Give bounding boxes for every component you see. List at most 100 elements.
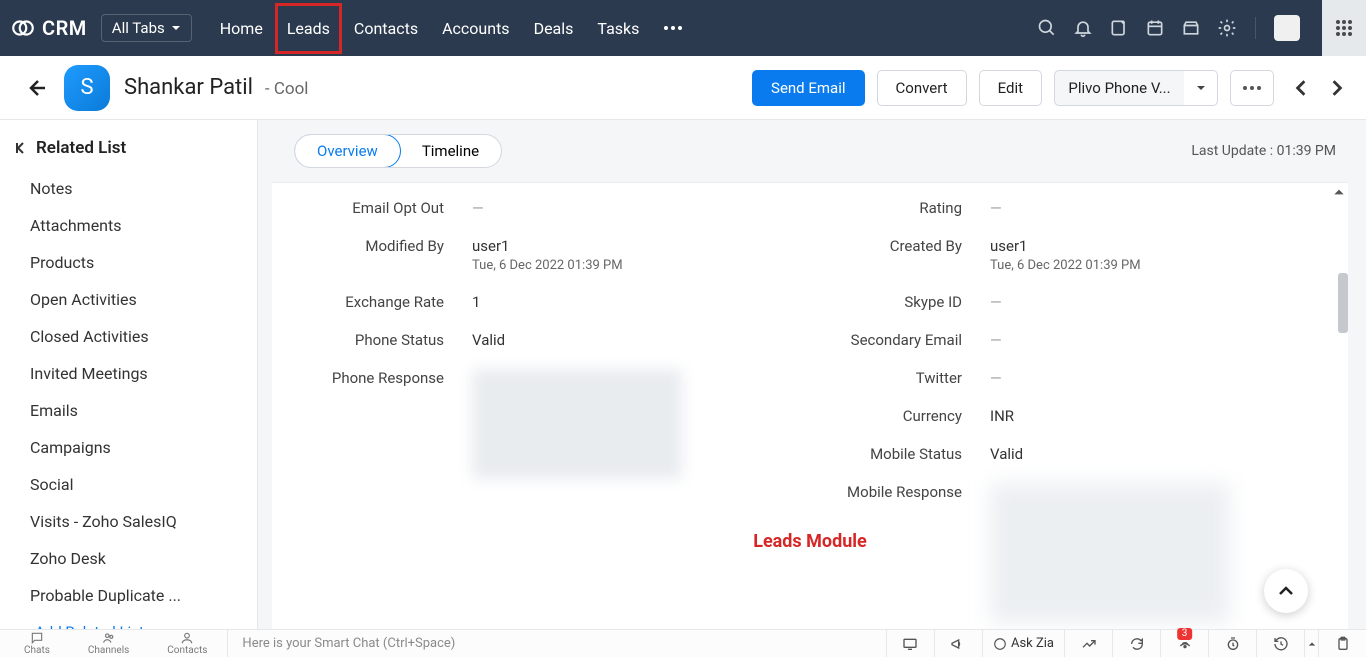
field-label: Twitter	[810, 369, 990, 387]
view-tabs: Overview Timeline	[294, 134, 502, 168]
field-label: Secondary Email	[810, 331, 990, 349]
prev-record-icon[interactable]	[1292, 79, 1310, 97]
tab-overview[interactable]: Overview	[294, 134, 401, 168]
detail-panel: Email Opt Out — Modified By user1 Tue, 6…	[272, 182, 1348, 629]
nav-tasks[interactable]: Tasks	[585, 3, 651, 54]
sidebar-item-zohodesk[interactable]: Zoho Desk	[0, 540, 257, 577]
phone-action-split: Plivo Phone V...	[1054, 70, 1218, 106]
field-currency: Currency INR	[810, 397, 1328, 435]
ellipsis-icon	[1242, 85, 1262, 91]
field-secondary-email: Secondary Email —	[810, 321, 1328, 359]
field-exchange-rate: Exchange Rate 1	[292, 283, 810, 321]
fields: Email Opt Out — Modified By user1 Tue, 6…	[272, 183, 1348, 629]
lead-name: Shankar Patil	[124, 75, 253, 100]
clock-icon[interactable]	[1208, 630, 1256, 657]
fields-right: Rating — Created By user1 Tue, 6 Dec 202…	[810, 189, 1328, 629]
chevron-up-icon	[1277, 582, 1295, 600]
sidebar-item-campaigns[interactable]: Campaigns	[0, 429, 257, 466]
collapse-icon[interactable]	[14, 141, 28, 155]
ellipsis-icon	[663, 25, 683, 31]
body: Related List Notes Attachments Products …	[0, 120, 1366, 629]
people-icon	[102, 631, 116, 645]
sidebar-item-social[interactable]: Social	[0, 466, 257, 503]
field-value: —	[472, 199, 484, 217]
field-created-by: Created By user1 Tue, 6 Dec 2022 01:39 P…	[810, 227, 1328, 283]
field-label: Skype ID	[810, 293, 990, 311]
channels-tab[interactable]: Channels	[88, 630, 129, 657]
nav-home[interactable]: Home	[208, 3, 275, 54]
scroll-to-top-button[interactable]	[1264, 569, 1308, 613]
sidebar-item-emails[interactable]: Emails	[0, 392, 257, 429]
field-sub: Tue, 6 Dec 2022 01:39 PM	[472, 258, 623, 273]
sidebar-item-attachments[interactable]: Attachments	[0, 207, 257, 244]
history-icon[interactable]	[1256, 630, 1304, 657]
tab-timeline[interactable]: Timeline	[400, 135, 501, 167]
gear-icon[interactable]	[1217, 18, 1237, 38]
field-label: Email Opt Out	[292, 199, 472, 217]
refresh-icon[interactable]	[1112, 630, 1160, 657]
convert-button[interactable]: Convert	[877, 70, 967, 106]
record-pager	[1292, 79, 1346, 97]
nav-deals[interactable]: Deals	[522, 3, 586, 54]
sidebar-item-invited-meetings[interactable]: Invited Meetings	[0, 355, 257, 392]
field-sub: Tue, 6 Dec 2022 01:39 PM	[990, 258, 1141, 273]
main-panel: Overview Timeline Last Update : 01:39 PM…	[258, 120, 1366, 629]
apps-launcher[interactable]	[1322, 0, 1366, 56]
sidebar-item-products[interactable]: Products	[0, 244, 257, 281]
grid-icon	[1335, 19, 1353, 37]
more-actions-button[interactable]	[1230, 70, 1274, 106]
nav-more[interactable]	[651, 9, 695, 47]
ask-zia-button[interactable]: Ask Zia	[982, 630, 1064, 657]
person-icon	[180, 631, 194, 645]
nav-leads[interactable]: Leads	[275, 3, 342, 54]
add-related-list-link[interactable]: Add Related List	[0, 614, 257, 629]
add-note-icon[interactable]	[1109, 18, 1129, 38]
top-nav: CRM All Tabs Home Leads Contacts Account…	[0, 0, 1366, 56]
field-value: —	[990, 293, 1002, 311]
field-label: Exchange Rate	[292, 293, 472, 311]
phone-action-caret[interactable]	[1184, 70, 1218, 106]
contacts-tab[interactable]: Contacts	[167, 630, 207, 657]
sidebar-item-closed-activities[interactable]: Closed Activities	[0, 318, 257, 355]
chevron-down-icon	[1196, 83, 1206, 93]
back-arrow-icon[interactable]	[24, 76, 48, 100]
zia-icon	[993, 637, 1007, 651]
expand-caret[interactable]	[1304, 630, 1318, 657]
field-modified-by: Modified By user1 Tue, 6 Dec 2022 01:39 …	[292, 227, 810, 283]
nav-contacts[interactable]: Contacts	[342, 3, 430, 54]
all-tabs-label: All Tabs	[112, 19, 165, 37]
sidebar-item-notes[interactable]: Notes	[0, 170, 257, 207]
sidebar-title: Related List	[36, 138, 126, 158]
trending-icon[interactable]	[1064, 630, 1112, 657]
field-value: user1 Tue, 6 Dec 2022 01:39 PM	[990, 237, 1141, 273]
nav-links: Home Leads Contacts Accounts Deals Tasks	[208, 3, 696, 54]
scrollbar-thumb[interactable]	[1338, 273, 1348, 333]
lead-title: Shankar Patil - Cool	[124, 75, 308, 100]
field-skype-id: Skype ID —	[810, 283, 1328, 321]
calendar-icon[interactable]	[1145, 18, 1165, 38]
nav-accounts[interactable]: Accounts	[430, 3, 521, 54]
sidebar-item-visits[interactable]: Visits - Zoho SalesIQ	[0, 503, 257, 540]
scroll-up-arrow-icon[interactable]	[1332, 185, 1346, 199]
next-record-icon[interactable]	[1328, 79, 1346, 97]
sidebar-item-duplicates[interactable]: Probable Duplicate ...	[0, 577, 257, 614]
sidebar-item-open-activities[interactable]: Open Activities	[0, 281, 257, 318]
search-icon[interactable]	[1037, 18, 1057, 38]
all-tabs-dropdown[interactable]: All Tabs	[101, 14, 192, 42]
fields-left: Email Opt Out — Modified By user1 Tue, 6…	[292, 189, 810, 629]
screen-share-icon[interactable]	[886, 630, 934, 657]
signal-icon[interactable]: 3	[1160, 630, 1208, 657]
user-avatar[interactable]	[1274, 15, 1300, 41]
smart-chat-hint[interactable]: Here is your Smart Chat (Ctrl+Space)	[227, 630, 886, 657]
field-mobile-status: Mobile Status Valid	[810, 435, 1328, 473]
marketplace-icon[interactable]	[1181, 18, 1201, 38]
edit-button[interactable]: Edit	[979, 70, 1042, 106]
phone-action-button[interactable]: Plivo Phone V...	[1054, 70, 1184, 106]
announce-icon[interactable]	[934, 630, 982, 657]
bell-icon[interactable]	[1073, 18, 1093, 38]
clipboard-icon[interactable]	[1318, 630, 1366, 657]
send-email-button[interactable]: Send Email	[752, 70, 864, 106]
chats-tab[interactable]: Chats	[24, 630, 50, 657]
field-phone-response: Phone Response	[292, 359, 810, 489]
field-twitter: Twitter —	[810, 359, 1328, 397]
